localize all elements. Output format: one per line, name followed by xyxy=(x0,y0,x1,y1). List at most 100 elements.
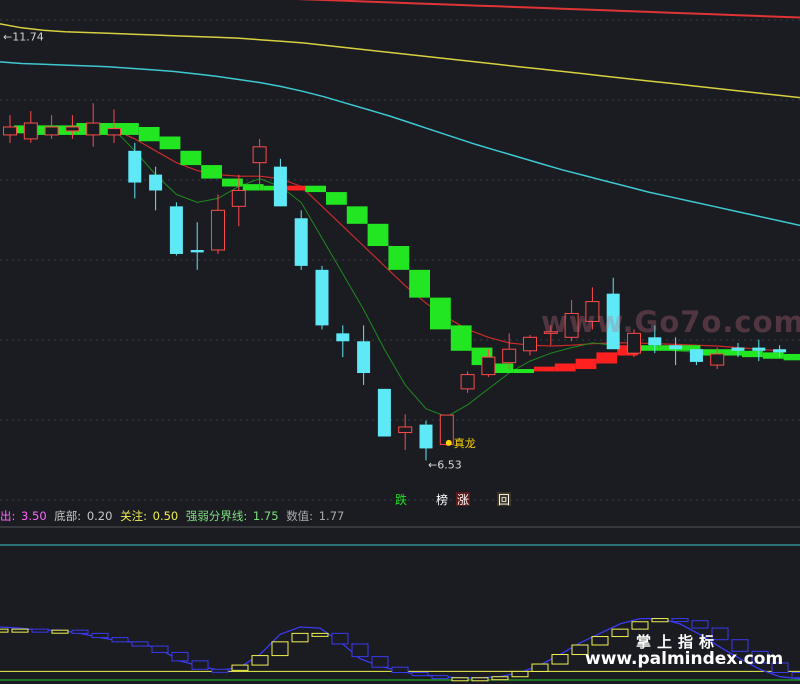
ma-red-slow-line xyxy=(297,0,800,19)
candle xyxy=(128,142,142,199)
ribbon-segment xyxy=(284,185,306,191)
ribbon-segment xyxy=(450,325,472,351)
oscillator-step xyxy=(351,643,369,658)
ribbon-segment xyxy=(367,223,389,247)
candle-body-down xyxy=(169,206,183,254)
ribbon-segment xyxy=(201,165,222,179)
oscillator-step xyxy=(791,671,800,679)
candle xyxy=(419,420,433,461)
candle-body-up xyxy=(211,209,225,251)
ribbon-segment xyxy=(180,150,202,166)
ma-green-fast-line xyxy=(10,128,780,418)
ribbon-segment xyxy=(138,126,160,142)
candle-body-down xyxy=(357,341,371,374)
oscillator-step xyxy=(131,641,149,647)
candle xyxy=(211,194,225,254)
candle-body-up xyxy=(439,414,454,445)
candle-body-down xyxy=(752,347,766,351)
candle-body-down xyxy=(419,424,433,449)
legend-bottom: 底部: 0.20 xyxy=(54,509,113,523)
ribbon-segment xyxy=(554,363,576,372)
candle xyxy=(357,325,371,385)
candle-body-down xyxy=(377,388,391,437)
candle-body-up xyxy=(502,348,517,364)
oscillator-step xyxy=(691,620,709,629)
oscillator-step xyxy=(471,677,489,682)
ribbon-segment xyxy=(513,369,534,374)
legend-sell: 出: 3.50 xyxy=(0,509,47,523)
candle-body-down xyxy=(149,174,163,191)
candle-body-up xyxy=(65,126,80,132)
oscillator-step xyxy=(11,628,29,633)
oscillator-step xyxy=(271,641,289,657)
candle xyxy=(169,202,183,256)
ribbon-segment xyxy=(742,350,763,358)
candle-body-up xyxy=(252,146,267,164)
candle-body-down xyxy=(689,349,703,362)
candle xyxy=(23,111,38,143)
oscillator-step xyxy=(91,632,109,639)
candle xyxy=(689,349,703,366)
oscillator-step xyxy=(631,621,649,630)
oscillator-step xyxy=(591,636,609,646)
candle-body-up xyxy=(481,356,496,376)
oscillator-step xyxy=(0,628,9,633)
moving-averages xyxy=(0,0,800,418)
ribbon-segment xyxy=(534,366,555,372)
oscillator-step xyxy=(291,632,309,643)
ma-cyan-line xyxy=(0,61,800,227)
candle-body-down xyxy=(273,166,287,207)
candle-body-down xyxy=(294,218,308,266)
price-label-low: ←6.53 xyxy=(428,458,462,471)
ma-yellow-line xyxy=(0,23,800,99)
oscillator-step xyxy=(371,656,389,668)
signal-marker-2: 涨 xyxy=(457,492,469,507)
candle xyxy=(44,115,59,139)
ribbon-segment xyxy=(762,352,784,359)
oscillator-step xyxy=(51,629,69,634)
oscillator-step xyxy=(151,645,169,653)
oscillator-step xyxy=(671,618,689,623)
ribbon-segment xyxy=(596,352,618,364)
oscillator-step xyxy=(391,666,409,673)
candle-body-down xyxy=(128,150,142,183)
oscillator-step xyxy=(511,670,529,678)
ribbon-segment xyxy=(409,269,430,298)
candle xyxy=(149,166,163,211)
candle xyxy=(336,325,350,358)
ribbon-segment xyxy=(326,192,347,205)
legend-divide: 强弱分界线: 1.75 xyxy=(185,509,279,523)
stock-chart: ←11.74 ←6.53 真龙 跌 榜涨 回 出: 3.50 底部: 0.20 关注: … xyxy=(0,0,800,684)
ribbon-segment xyxy=(430,297,451,330)
candle-body-down xyxy=(669,345,683,350)
candle-body-down xyxy=(190,250,204,253)
ribbon-segment xyxy=(346,206,368,224)
oscillator-step xyxy=(31,628,49,633)
legend-value: 数值: 1.77 xyxy=(286,509,345,523)
candle-body-up xyxy=(86,122,101,136)
candle xyxy=(86,103,101,147)
candle xyxy=(460,371,475,393)
ribbon-segment xyxy=(638,345,659,351)
ribbon-segment xyxy=(222,178,243,187)
oscillator-step xyxy=(251,655,269,666)
oscillator-step xyxy=(531,663,549,672)
watermark-palm-url: www.palmindex.com xyxy=(585,649,784,669)
ribbon-segment xyxy=(159,136,181,150)
legend-focus: 关注: 0.50 xyxy=(120,509,179,523)
candle-body-up xyxy=(3,126,17,136)
candle xyxy=(190,222,204,270)
candle-body-up xyxy=(107,128,121,136)
candle-body-up xyxy=(460,374,475,390)
signal-label: 真龙 xyxy=(454,436,476,450)
signal-dot xyxy=(445,439,452,446)
candle xyxy=(273,158,287,207)
ribbon-segment xyxy=(118,123,139,135)
candle xyxy=(523,334,537,356)
signal-marker-1: 榜 xyxy=(436,492,448,507)
oscillator-step xyxy=(311,632,329,637)
candle-body-up xyxy=(44,126,59,136)
candle-body-down xyxy=(336,333,350,342)
candle xyxy=(315,265,329,330)
candle xyxy=(65,115,80,139)
